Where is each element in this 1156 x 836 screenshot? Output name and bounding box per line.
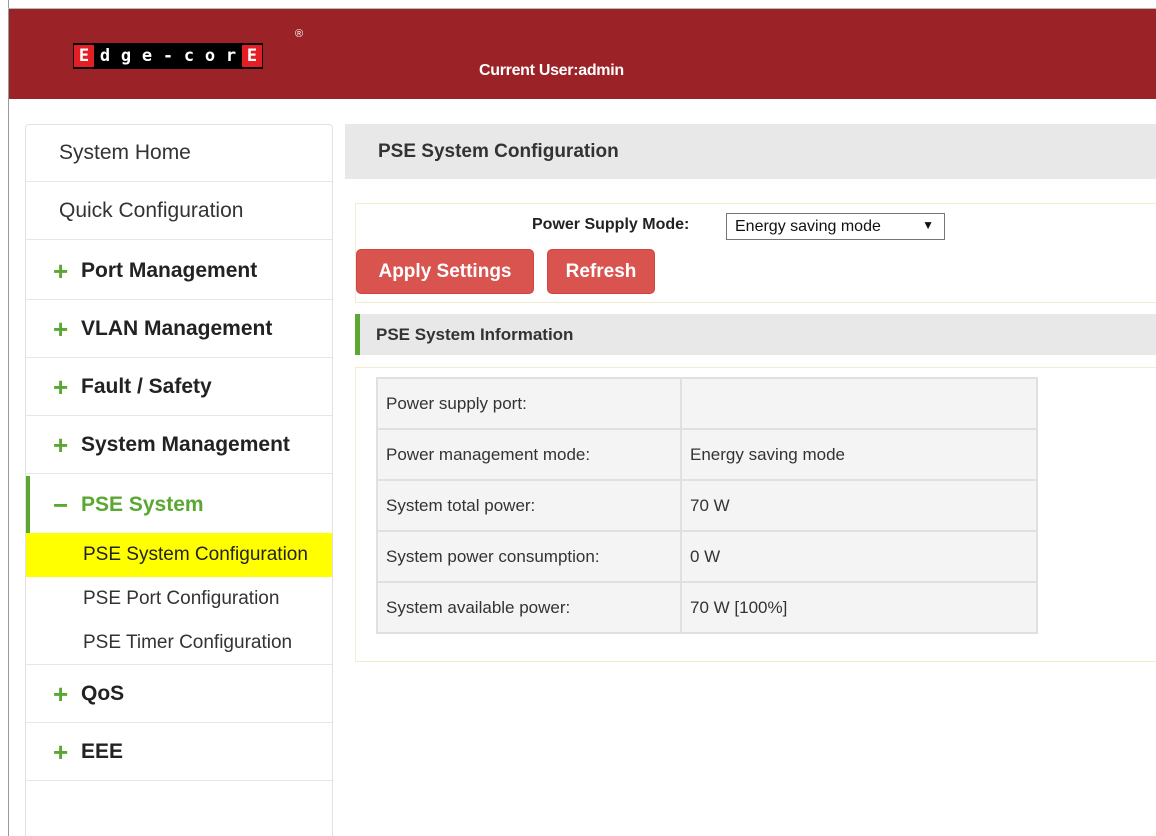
table-row: System available power: 70 W [100%] <box>376 581 1038 634</box>
top-header: E d g e - c o r E ® Current User:admin <box>9 9 1156 99</box>
sidebar-subitem-label: PSE Timer Configuration <box>83 631 293 653</box>
pse-info-table: Power supply port: Power management mode… <box>376 377 1038 634</box>
sidebar-item-label: PSE System <box>81 492 204 516</box>
page-title-bar: PSE System Configuration <box>345 124 1156 179</box>
plus-icon: + <box>53 430 69 460</box>
sidebar-item-vlan-management[interactable]: + VLAN Management <box>26 301 332 358</box>
power-supply-mode-value: Energy saving mode <box>735 217 881 235</box>
power-supply-mode-select[interactable]: Energy saving mode ▼ <box>726 213 945 240</box>
sidebar-subitem-pse-system-configuration[interactable]: PSE System Configuration <box>26 533 332 577</box>
table-row: System total power: 70 W <box>376 479 1038 532</box>
sidebar-item-quick-configuration[interactable]: Quick Configuration <box>26 183 332 240</box>
row-label: System total power: <box>376 479 682 532</box>
sidebar-item-label: Quick Configuration <box>59 199 244 222</box>
logo-letter: g <box>116 45 136 67</box>
window-frame-left <box>8 0 9 836</box>
row-value: 70 W <box>680 479 1038 532</box>
table-row: Power supply port: <box>376 377 1038 430</box>
edgecore-logo: E d g e - c o r E <box>73 43 263 69</box>
info-section-title: PSE System Information <box>376 324 574 344</box>
current-user-label: Current User: <box>479 62 579 79</box>
logo-letter: o <box>200 45 220 67</box>
current-user-name: admin <box>578 62 624 79</box>
refresh-button[interactable]: Refresh <box>547 249 655 294</box>
apply-settings-button[interactable]: Apply Settings <box>356 249 534 294</box>
logo-letter: - <box>158 45 178 67</box>
plus-icon: + <box>53 737 69 767</box>
table-row: Power management mode: Energy saving mod… <box>376 428 1038 481</box>
row-value: Energy saving mode <box>680 428 1038 481</box>
sidebar-item-eee[interactable]: + EEE <box>26 724 332 781</box>
sidebar-item-pse-system[interactable]: − PSE System <box>26 476 332 533</box>
logo-letter: E <box>74 45 94 67</box>
page-title: PSE System Configuration <box>378 140 619 162</box>
sidebar-item-port-management[interactable]: + Port Management <box>26 243 332 300</box>
info-section-title-bar: PSE System Information <box>355 314 1156 355</box>
row-value: 0 W <box>680 530 1038 583</box>
sidebar-item-qos[interactable]: + QoS <box>26 666 332 723</box>
sidebar-subitem-pse-port-configuration[interactable]: PSE Port Configuration <box>26 577 332 621</box>
row-value <box>680 377 1038 430</box>
sidebar-item-label: System Home <box>59 141 191 164</box>
registered-mark: ® <box>295 28 304 40</box>
plus-icon: + <box>53 679 69 709</box>
minus-icon: − <box>53 489 69 520</box>
sidebar-subitem-label: PSE System Configuration <box>83 544 308 565</box>
row-label: System available power: <box>376 581 682 634</box>
sidebar-item-label: VLAN Management <box>81 317 273 340</box>
logo-letter: E <box>242 45 262 67</box>
row-value: 70 W [100%] <box>680 581 1038 634</box>
sidebar-item-system-home[interactable]: System Home <box>26 125 332 182</box>
row-label: System power consumption: <box>376 530 682 583</box>
row-label: Power supply port: <box>376 377 682 430</box>
current-user-display: Current User:admin <box>479 62 624 80</box>
table-row: System power consumption: 0 W <box>376 530 1038 583</box>
dropdown-arrow-icon: ▼ <box>922 218 934 232</box>
logo-letter: r <box>221 45 241 67</box>
plus-icon: + <box>53 314 69 344</box>
power-supply-mode-label: Power Supply Mode: <box>532 216 690 233</box>
sidebar-item-label: QoS <box>81 682 125 705</box>
sidebar-item-system-management[interactable]: + System Management <box>26 417 332 474</box>
sidebar-subitem-pse-timer-configuration[interactable]: PSE Timer Configuration <box>26 621 332 665</box>
sidebar-item-label: EEE <box>81 740 124 763</box>
plus-icon: + <box>53 256 69 286</box>
logo-letter: d <box>95 45 115 67</box>
sidebar-item-label: System Management <box>81 433 290 456</box>
plus-icon: + <box>53 372 69 402</box>
sidebar-item-fault-safety[interactable]: + Fault / Safety <box>26 359 332 416</box>
logo-letter: e <box>137 45 157 67</box>
sidebar-item-label: Fault / Safety <box>81 375 212 398</box>
sidebar-item-label: Port Management <box>81 259 258 282</box>
sidebar-subitem-label: PSE Port Configuration <box>83 588 280 609</box>
logo-letter: c <box>179 45 199 67</box>
row-label: Power management mode: <box>376 428 682 481</box>
sidebar-nav: System Home Quick Configuration + Port M… <box>25 124 333 836</box>
